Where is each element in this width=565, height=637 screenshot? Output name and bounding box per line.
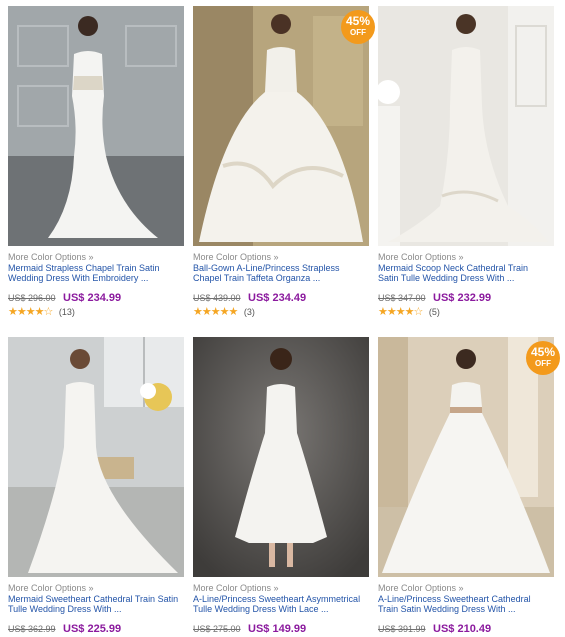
sale-price: US$ 234.49 — [248, 292, 307, 304]
product-grid: More Color Options » Mermaid Strapless C… — [0, 0, 565, 635]
price-row: US$ 275.00 US$ 149.99 — [193, 619, 306, 637]
more-color-options-link[interactable]: More Color Options » — [193, 252, 279, 262]
price-row: US$ 347.00 US$ 232.99 — [378, 288, 491, 306]
sale-badge: 45% OFF — [341, 10, 375, 44]
discount-percent: 45% — [345, 14, 371, 28]
price-row: US$ 362.99 US$ 225.99 — [8, 619, 121, 637]
discount-off-label: OFF — [535, 359, 551, 368]
review-count[interactable]: (5) — [429, 307, 440, 317]
product-image[interactable] — [378, 6, 554, 246]
sale-badge: 45% OFF — [526, 341, 560, 375]
price-row: US$ 439.00 US$ 234.49 — [193, 288, 306, 306]
product-title[interactable]: A-Line/Princess Sweetheart Asymmetrical … — [193, 594, 371, 614]
sale-price: US$ 232.99 — [433, 292, 492, 304]
product-title[interactable]: A-Line/Princess Sweetheart Cathedral Tra… — [378, 594, 556, 614]
rating[interactable]: ★★★★☆ (13) — [8, 305, 75, 318]
star-icon: ★★★★☆ — [378, 306, 423, 318]
star-icon: ★★★★☆ — [8, 306, 53, 318]
product-image[interactable] — [193, 6, 369, 246]
product-title[interactable]: Ball-Gown A-Line/Princess Strapless Chap… — [193, 263, 371, 283]
rating[interactable]: ★★★★☆ (5) — [378, 305, 440, 318]
sale-price: US$ 149.99 — [248, 623, 307, 635]
review-count[interactable]: (3) — [244, 307, 255, 317]
more-color-options-link[interactable]: More Color Options » — [8, 583, 94, 593]
rating[interactable]: ★★★★★ (3) — [193, 305, 255, 318]
star-icon: ★★★★★ — [193, 306, 238, 318]
product-image[interactable] — [8, 6, 184, 246]
product-image[interactable] — [378, 337, 554, 577]
more-color-options-link[interactable]: More Color Options » — [193, 583, 279, 593]
discount-off-label: OFF — [350, 28, 366, 37]
sale-price: US$ 225.99 — [63, 623, 122, 635]
original-price: US$ 347.00 — [378, 293, 426, 303]
more-color-options-link[interactable]: More Color Options » — [378, 252, 464, 262]
original-price: US$ 439.00 — [193, 293, 241, 303]
price-row: US$ 296.00 US$ 234.99 — [8, 288, 121, 306]
more-color-options-link[interactable]: More Color Options » — [8, 252, 94, 262]
product-title[interactable]: Mermaid Scoop Neck Cathedral Train Satin… — [378, 263, 556, 283]
product-image[interactable] — [8, 337, 184, 577]
discount-percent: 45% — [530, 345, 556, 359]
original-price: US$ 296.00 — [8, 293, 56, 303]
review-count[interactable]: (13) — [59, 307, 75, 317]
sale-price: US$ 234.99 — [63, 292, 122, 304]
more-color-options-link[interactable]: More Color Options » — [378, 583, 464, 593]
sale-price: US$ 210.49 — [433, 623, 492, 635]
product-title[interactable]: Mermaid Strapless Chapel Train Satin Wed… — [8, 263, 186, 283]
product-image[interactable] — [193, 337, 369, 577]
product-title[interactable]: Mermaid Sweetheart Cathedral Train Satin… — [8, 594, 186, 614]
price-row: US$ 391.99 US$ 210.49 — [378, 619, 491, 637]
